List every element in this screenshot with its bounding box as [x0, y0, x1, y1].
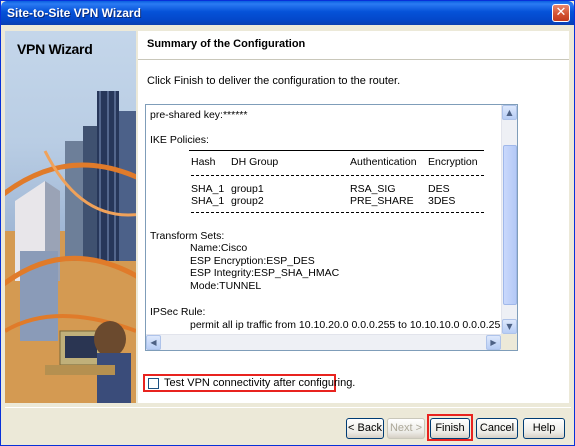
scroll-down-icon[interactable]: ▼	[502, 319, 517, 334]
test-vpn-checkbox[interactable]	[148, 378, 159, 389]
ike-row-2-dh: group2	[231, 195, 264, 207]
divider	[138, 59, 569, 60]
wizard-window: Site-to-Site VPN Wizard ✕ VPN Wizard Sum…	[0, 0, 575, 446]
title-bar: Site-to-Site VPN Wizard ✕	[1, 1, 574, 25]
summary-textbox[interactable]: pre-shared key:****** IKE Policies: Hash…	[145, 104, 518, 351]
finish-button[interactable]: Finish	[430, 418, 470, 439]
psk-line: pre-shared key:******	[150, 109, 248, 121]
ike-row-1-enc: DES	[428, 183, 450, 195]
vertical-scroll-thumb[interactable]	[503, 145, 517, 305]
ipsec-title: IPSec Rule:	[150, 306, 206, 318]
scroll-right-icon[interactable]: ▶	[486, 335, 501, 350]
instruction-text: Click Finish to deliver the configuratio…	[147, 75, 401, 87]
ike-row-1-auth: RSA_SIG	[350, 183, 396, 195]
ike-row-1-hash: SHA_1	[191, 183, 225, 195]
ike-table-top-line	[189, 150, 484, 151]
ike-row-2-auth: PRE_SHARE	[350, 195, 414, 207]
test-vpn-checkbox-label[interactable]: Test VPN connectivity after configuring.	[164, 377, 355, 389]
bottom-divider	[5, 407, 571, 408]
transform-title: Transform Sets:	[150, 230, 225, 242]
help-button[interactable]: Help	[523, 418, 565, 439]
wizard-side-image: VPN Wizard	[5, 31, 136, 403]
city-network-illustration	[5, 91, 136, 403]
ike-header-auth: Authentication	[350, 156, 417, 168]
ike-header-enc: Encryption	[428, 156, 478, 168]
summary-content: pre-shared key:****** IKE Policies: Hash…	[146, 105, 502, 335]
window-title: Site-to-Site VPN Wizard	[7, 6, 141, 20]
ike-row-2-enc: 3DES	[428, 195, 456, 207]
back-button[interactable]: < Back	[346, 418, 384, 439]
transform-integrity: ESP Integrity:ESP_SHA_HMAC	[190, 267, 340, 279]
ike-header-hash: Hash	[191, 156, 216, 168]
cancel-button[interactable]: Cancel	[476, 418, 518, 439]
next-button[interactable]: Next >	[387, 418, 425, 439]
ike-header-dh: DH Group	[231, 156, 279, 168]
transform-name: Name:Cisco	[190, 242, 248, 254]
transform-mode: Mode:TUNNEL	[190, 280, 262, 292]
vertical-scrollbar[interactable]: ▲ ▼	[501, 105, 517, 335]
scroll-up-icon[interactable]: ▲	[502, 105, 517, 120]
horizontal-scrollbar[interactable]: ◀ ▶	[146, 334, 502, 350]
close-icon[interactable]: ✕	[552, 4, 570, 22]
main-panel: Summary of the Configuration Click Finis…	[138, 31, 569, 403]
ike-row-2-hash: SHA_1	[191, 195, 225, 207]
ike-header-separator	[191, 175, 484, 176]
scroll-corner	[501, 334, 517, 350]
ike-title: IKE Policies:	[150, 134, 209, 146]
ike-row-1-dh: group1	[231, 183, 264, 195]
section-title: Summary of the Configuration	[147, 38, 306, 50]
scroll-left-icon[interactable]: ◀	[146, 335, 161, 350]
test-vpn-checkbox-row[interactable]: Test VPN connectivity after configuring.	[143, 374, 355, 392]
ike-table-bottom-separator	[191, 212, 484, 213]
wizard-title: VPN Wizard	[17, 41, 93, 57]
ipsec-rule: permit all ip traffic from 10.10.20.0 0.…	[190, 319, 502, 331]
transform-encryption: ESP Encryption:ESP_DES	[190, 255, 315, 267]
